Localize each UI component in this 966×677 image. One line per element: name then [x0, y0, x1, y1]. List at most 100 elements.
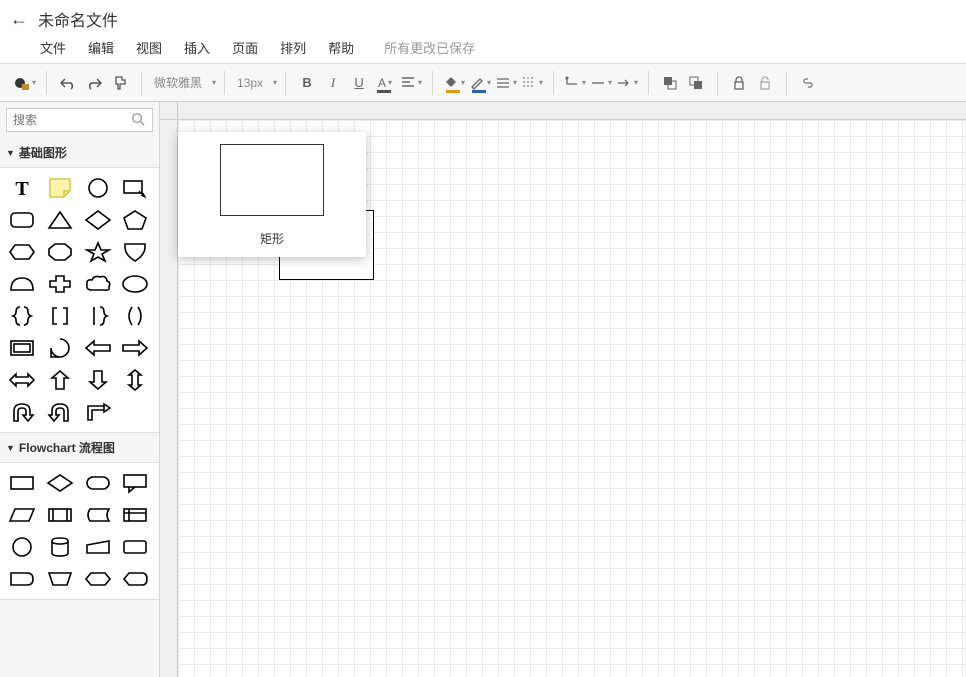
shape-triangle[interactable]	[44, 208, 76, 232]
shape-terminator[interactable]	[82, 471, 114, 495]
workspace: ▼ 基础图形 T	[0, 102, 966, 677]
font-size-select[interactable]	[233, 74, 271, 92]
shape-frame[interactable]	[6, 336, 38, 360]
shape-octagon[interactable]	[44, 240, 76, 264]
shape-connector-circle[interactable]	[6, 535, 38, 559]
back-arrow-icon[interactable]: ←	[10, 9, 28, 30]
shape-manual-input[interactable]	[82, 535, 114, 559]
ruler-vertical[interactable]	[160, 120, 178, 677]
menu-help[interactable]: 帮助	[328, 38, 354, 57]
stroke-color-button[interactable]: ▾	[467, 70, 493, 96]
line-dash-button[interactable]: ▾	[519, 70, 545, 96]
shape-arrow-up[interactable]	[44, 368, 76, 392]
shape-circle[interactable]	[82, 176, 114, 200]
canvas-area: 矩形	[160, 102, 966, 677]
toolbar-separator	[717, 71, 718, 95]
shape-bracket[interactable]	[44, 304, 76, 328]
menu-arrange[interactable]: 排列	[280, 38, 306, 57]
text-color-button[interactable]: A▾	[372, 70, 398, 96]
font-family-select[interactable]	[150, 74, 210, 92]
link-button[interactable]	[795, 70, 821, 96]
line-style-button[interactable]: ▾	[493, 70, 519, 96]
shape-rect-cursor[interactable]	[119, 176, 151, 200]
bring-front-button[interactable]	[657, 70, 683, 96]
shape-preparation[interactable]	[82, 567, 114, 591]
shape-brace-single[interactable]	[82, 304, 114, 328]
shape-cross[interactable]	[44, 272, 76, 296]
shape-uturn-right[interactable]	[44, 400, 76, 424]
shape-arrow-down[interactable]	[82, 368, 114, 392]
shape-shield[interactable]	[119, 240, 151, 264]
shape-pentagon[interactable]	[119, 208, 151, 232]
shape-arrow-right[interactable]	[119, 336, 151, 360]
toolbar: ▾ ▾ ▾ B I U A▾ ▾ ▾ ▾ ▾ ▾ ▾ ▾ ▾	[0, 64, 966, 102]
category-label: Flowchart 流程图	[19, 439, 115, 456]
shape-process[interactable]	[6, 471, 38, 495]
shape-hexagon[interactable]	[6, 240, 38, 264]
shape-cloud[interactable]	[82, 272, 114, 296]
menu-file[interactable]: 文件	[40, 38, 66, 57]
shape-star[interactable]	[82, 240, 114, 264]
shape-diamond[interactable]	[82, 208, 114, 232]
redo-button[interactable]	[81, 70, 107, 96]
shape-decision[interactable]	[44, 471, 76, 495]
shape-manual-op[interactable]	[44, 567, 76, 591]
ruler-corner	[160, 102, 178, 120]
chevron-down-icon: ▾	[487, 78, 491, 87]
toolbar-separator	[553, 71, 554, 95]
shape-stored-data[interactable]	[82, 503, 114, 527]
shape-internal-storage[interactable]	[119, 503, 151, 527]
shape-arrow-updown[interactable]	[119, 368, 151, 392]
search-input[interactable]	[6, 108, 153, 132]
shape-display[interactable]	[119, 567, 151, 591]
menu-page[interactable]: 页面	[232, 38, 258, 57]
text-align-button[interactable]: ▾	[398, 70, 424, 96]
ruler-horizontal[interactable]	[178, 102, 966, 120]
canvas[interactable]: 矩形	[178, 120, 966, 677]
shape-delay[interactable]	[6, 567, 38, 591]
italic-button[interactable]: I	[320, 70, 346, 96]
toolbar-separator	[141, 71, 142, 95]
shape-roundrect[interactable]	[6, 208, 38, 232]
menu-insert[interactable]: 插入	[184, 38, 210, 57]
fill-color-button[interactable]: ▾	[441, 70, 467, 96]
menu-view[interactable]: 视图	[136, 38, 162, 57]
shape-ellipse[interactable]	[119, 272, 151, 296]
toolbar-separator	[786, 71, 787, 95]
shape-database[interactable]	[44, 535, 76, 559]
send-back-button[interactable]	[683, 70, 709, 96]
shapes-sidebar: ▼ 基础图形 T	[0, 102, 160, 677]
connector-type-button[interactable]: ▾	[562, 70, 588, 96]
chevron-down-icon: ▾	[212, 78, 216, 87]
shape-corner-arrow[interactable]	[82, 400, 114, 424]
shape-uturn-left[interactable]	[6, 400, 38, 424]
menu-edit[interactable]: 编辑	[88, 38, 114, 57]
underline-button[interactable]: U	[346, 70, 372, 96]
line-start-button[interactable]: ▾	[588, 70, 614, 96]
shape-card[interactable]	[119, 535, 151, 559]
shape-predefined[interactable]	[44, 503, 76, 527]
category-basic-shapes[interactable]: ▼ 基础图形	[0, 138, 159, 167]
shape-text[interactable]: T	[6, 176, 38, 200]
shape-teardrop[interactable]	[44, 336, 76, 360]
shape-note[interactable]	[44, 176, 76, 200]
shape-brace-left[interactable]	[6, 304, 38, 328]
category-label: 基础图形	[19, 144, 67, 161]
bold-button[interactable]: B	[294, 70, 320, 96]
shape-data[interactable]	[6, 503, 38, 527]
shape-insert-button[interactable]: ▾	[12, 70, 38, 96]
format-painter-button[interactable]	[107, 70, 133, 96]
shape-trapezoid[interactable]	[6, 272, 38, 296]
shape-parens[interactable]	[119, 304, 151, 328]
shape-arrow-left[interactable]	[82, 336, 114, 360]
unlock-button[interactable]	[752, 70, 778, 96]
document-title[interactable]: 未命名文件	[38, 7, 118, 31]
line-end-button[interactable]: ▾	[614, 70, 640, 96]
shape-arrow-leftright[interactable]	[6, 368, 38, 392]
chevron-down-icon: ▾	[513, 78, 517, 87]
shape-callout-rect[interactable]	[119, 471, 151, 495]
chevron-down-icon: ▼	[6, 148, 15, 158]
lock-button[interactable]	[726, 70, 752, 96]
undo-button[interactable]	[55, 70, 81, 96]
category-flowchart[interactable]: ▼ Flowchart 流程图	[0, 433, 159, 462]
